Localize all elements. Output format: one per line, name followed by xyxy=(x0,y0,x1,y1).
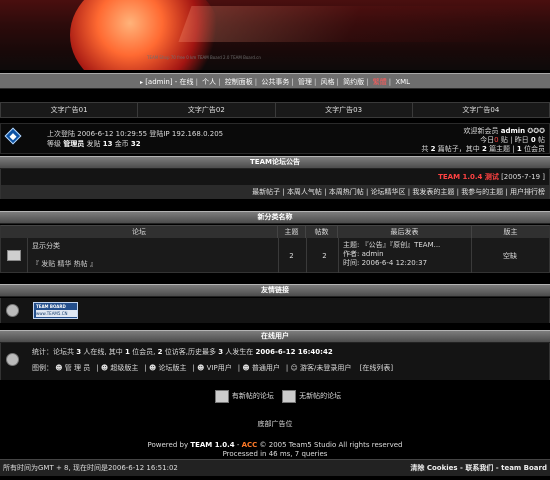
nav-online[interactable]: [admin] - 在线 xyxy=(145,78,193,86)
link-latest-posts[interactable]: 最新帖子 xyxy=(252,188,280,196)
user-level-line: 等级 管理员 发贴 13 金币 32 xyxy=(47,140,141,148)
forum-name-link[interactable]: 显示分类 xyxy=(32,242,60,251)
col-last-post: 最后发表 xyxy=(338,226,472,238)
col-moderator: 版主 xyxy=(503,228,518,236)
guest-icon: ☺ xyxy=(290,364,298,372)
time-info: 所有时间为GMT + 8, 现在时间是2006-6-12 16:51:02 xyxy=(3,464,178,472)
legend-guest: ☺ 游客/未登录用户 xyxy=(290,364,352,372)
powered-by: Powered by TEAM 1.0.4 - ACC © 2005 Team5… xyxy=(147,441,403,458)
forum-sublinks[interactable]: 『 发贴 精华 热帖 』 xyxy=(32,260,97,269)
col-forum: 论坛 xyxy=(1,226,278,238)
last-login-line: 上次登陆 2006-6-12 10:29:55 登陆IP 192.168.0.2… xyxy=(47,130,224,138)
legend-normal: ☻ 普通用户 xyxy=(242,364,280,372)
team-board-logo-link[interactable]: TEAM BOARD www.TEAM5.CN xyxy=(33,302,78,319)
user-info-panel: 上次登陆 2006-6-12 10:29:55 登陆IP 192.168.0.2… xyxy=(0,123,550,154)
forum-topic-count: 2 xyxy=(289,252,294,260)
super-mod-icon: ☻ xyxy=(100,364,109,372)
last-post-title-link[interactable]: 主题: 『公告』『原创』TEAM... xyxy=(343,241,440,249)
category-header[interactable]: 新分类名称 xyxy=(0,211,550,224)
online-stats: 统计：论坛共 3 人在线, 其中 1 位会员, 2 位访客,历史最多 3 人发生… xyxy=(32,348,333,356)
announcement-date: [2005-7-19 ] xyxy=(501,173,545,181)
forum-icon-legend: 有新帖的论坛 无新帖的论坛 xyxy=(0,385,550,407)
acc-link[interactable]: ACC xyxy=(242,441,258,449)
status-bar: 所有时间为GMT + 8, 现在时间是2006-6-12 16:51:02 清除… xyxy=(0,459,550,476)
team-link[interactable]: TEAM 1.0.4 xyxy=(190,441,234,449)
forum-table-header: 论坛 主题 帖数 最后发表 版主 xyxy=(0,225,550,238)
nav-style[interactable]: 风格 xyxy=(321,78,335,86)
col-posts: 帖数 xyxy=(306,226,338,238)
nav-traditional[interactable]: 繁體 xyxy=(373,78,387,86)
links-icon xyxy=(6,304,19,317)
announcement-row: TEAM 1.0.4 测试 [2005-7-19 ] xyxy=(0,169,550,185)
text-ad-3[interactable]: 文字广告03 xyxy=(276,103,413,117)
link-ranking[interactable]: 用户排行榜 xyxy=(510,188,545,196)
legend-vip: ☻ VIP用户 xyxy=(197,364,232,372)
forum-last-post: 主题: 『公告』『原创』TEAM... 作者: admin 时间: 2006-6… xyxy=(343,241,441,267)
text-ad-2[interactable]: 文字广告02 xyxy=(138,103,276,117)
nav-personal[interactable]: 个人 xyxy=(202,78,216,86)
online-users-panel: 统计：论坛共 3 人在线, 其中 1 位会员, 2 位访客,历史最多 3 人发生… xyxy=(0,343,550,380)
text-ad-bar: 文字广告01 文字广告02 文字广告03 文字广告04 xyxy=(0,102,550,118)
stars-icon: ✪✪✪ xyxy=(527,127,545,135)
site-banner: TEAM Shop 70 free 0 km TEAM Board 2.0 TE… xyxy=(0,0,550,70)
online-list-link[interactable]: [在线列表] xyxy=(360,364,393,372)
forum-moderator: 空缺 xyxy=(503,252,517,260)
nav-arrow-icon: ▸ xyxy=(139,79,143,86)
mod-icon: ☻ xyxy=(148,364,157,372)
announcement-header: TEAM论坛公告 xyxy=(0,156,550,169)
processed-time: Processed in 46 ms, 7 queries xyxy=(222,450,328,458)
total-stats: 共 2 篇帖子，其中 2 篇主题 | 1 位会员 xyxy=(421,145,545,153)
bottom-ad[interactable]: 底部广告位 xyxy=(0,420,550,429)
link-digest[interactable]: 论坛精华区 xyxy=(371,188,406,196)
banner-streak xyxy=(178,6,532,42)
text-ad-1[interactable]: 文字广告01 xyxy=(1,103,139,117)
announcement-link[interactable]: TEAM 1.0.4 测试 xyxy=(438,173,499,181)
nav-admin[interactable]: 管理 xyxy=(298,78,312,86)
top-nav: ▸ [admin] - 在线 | 个人 | 控制面板 | 公共事务 | 管理 | 风格 | … xyxy=(0,73,550,89)
legend-mod: ☻ 论坛版主 xyxy=(148,364,187,372)
friend-links-row: TEAM BOARD www.TEAM5.CN xyxy=(0,298,550,323)
link-my-topics[interactable]: 我发表的主题 xyxy=(412,188,454,196)
footer-links[interactable]: 清除 Cookies - 联系我们 - team Board xyxy=(410,460,547,476)
online-header[interactable]: 在线用户 xyxy=(0,330,550,343)
online-legend: 图例： ☻ 管 理 员 | ☻ 超级版主 | ☻ 论坛版主 | ☻ VIP用户 | ☻ … xyxy=(32,364,394,372)
link-weekly-hot[interactable]: 本周热门帖 xyxy=(329,188,364,196)
vip-icon: ☻ xyxy=(197,364,205,372)
legend-admin: ☻ 管 理 员 xyxy=(55,364,91,372)
new-posts-icon xyxy=(214,389,229,403)
no-new-posts-icon xyxy=(282,389,297,403)
legend-super-mod: ☻ 超级版主 xyxy=(100,364,139,372)
new-member-link[interactable]: admin xyxy=(501,127,525,135)
banner-ticker: TEAM Shop 70 free 0 km TEAM Board 2.0 TE… xyxy=(147,55,261,60)
forum-row: 显示分类 『 发贴 精华 热帖 』 2 2 主题: 『公告』『原创』TEAM..… xyxy=(0,238,550,273)
welcome-line: 欢迎新会员 admin ✪✪✪ xyxy=(463,127,546,135)
col-topics: 主题 xyxy=(278,226,306,238)
text-ad-4[interactable]: 文字广告04 xyxy=(413,103,549,117)
link-weekly-popular[interactable]: 本周人气帖 xyxy=(287,188,322,196)
nav-control-panel[interactable]: 控制面板 xyxy=(225,78,253,86)
nav-xml[interactable]: XML xyxy=(395,78,410,86)
forum-status-icon xyxy=(7,250,21,261)
forum-post-count: 2 xyxy=(322,252,327,260)
online-icon xyxy=(6,353,19,366)
quick-links-bar: 最新帖子 | 本周人气帖 | 本周热门帖 | 论坛精华区 | 我发表的主题 | … xyxy=(0,185,550,199)
today-stats: 今日0 贴 | 昨日 0 帖 xyxy=(480,136,545,144)
link-my-replies[interactable]: 我参与的主题 xyxy=(461,188,503,196)
user-badge-icon xyxy=(4,127,22,145)
admin-user-icon: ☻ xyxy=(55,364,63,372)
nav-simple[interactable]: 简约版 xyxy=(343,78,364,86)
normal-user-icon: ☻ xyxy=(242,364,250,372)
links-header: 友情链接 xyxy=(0,284,550,297)
nav-public-affairs[interactable]: 公共事务 xyxy=(261,78,289,86)
